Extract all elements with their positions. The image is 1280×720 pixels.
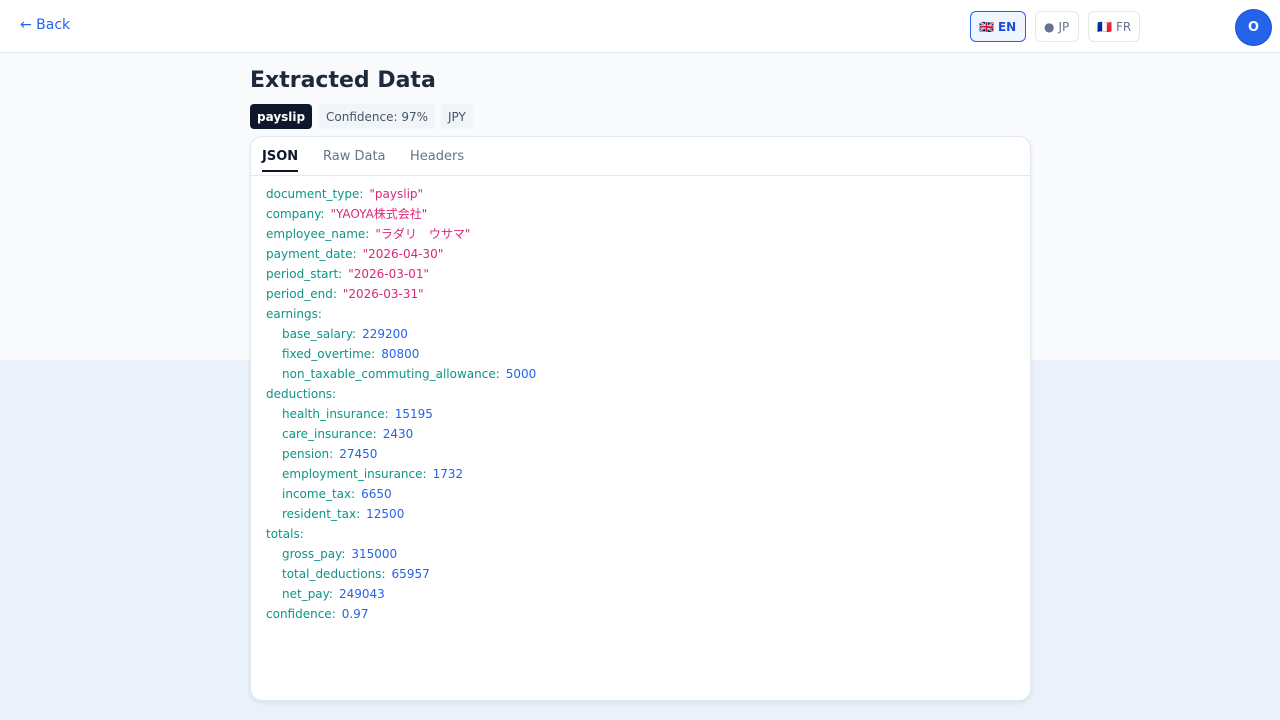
document-type-badge: payslip	[250, 104, 313, 129]
json-key: base_salary:	[282, 327, 357, 341]
json-line-deductions: deductions:	[266, 384, 536, 404]
json-key: totals:	[266, 527, 304, 541]
json-key: confidence:	[266, 607, 336, 621]
json-line-pension: pension: 27450	[266, 444, 536, 464]
json-value: "YAOYA株式会社"	[330, 207, 428, 221]
language-fr-button[interactable]: 🇫🇷 FR	[1088, 11, 1140, 42]
json-key: non_taxable_commuting_allowance:	[282, 367, 500, 381]
language-code: JP	[1058, 19, 1070, 34]
json-key: pension:	[282, 447, 334, 461]
json-value: 2430	[382, 427, 414, 441]
flag-uk-icon: 🇬🇧	[979, 19, 994, 34]
json-key: period_end:	[266, 287, 337, 301]
json-value: 249043	[338, 587, 385, 601]
language-en-button[interactable]: 🇬🇧 EN	[970, 11, 1026, 42]
json-line-employee-name: employee_name: "ラダリ ウサマ"	[266, 224, 536, 244]
json-key: income_tax:	[282, 487, 356, 501]
json-key: resident_tax:	[282, 507, 361, 521]
top-bar: ← Back 🇬🇧 EN ● JP 🇫🇷 FR O	[0, 0, 1280, 53]
json-key: total_deductions:	[282, 567, 386, 581]
json-value: 80800	[381, 347, 420, 361]
json-key: net_pay:	[282, 587, 333, 601]
json-key: document_type:	[266, 187, 364, 201]
json-value: 315000	[351, 547, 398, 561]
json-line-base-salary: base_salary: 229200	[266, 324, 536, 344]
json-line-care-insurance: care_insurance: 2430	[266, 424, 536, 444]
json-key: period_start:	[266, 267, 343, 281]
json-line-period-end: period_end: "2026-03-31"	[266, 284, 536, 304]
json-key: care_insurance:	[282, 427, 377, 441]
data-card: JSON Raw Data Headers document_type: "pay…	[250, 136, 1031, 701]
flag-jp-icon: ●	[1044, 19, 1055, 34]
json-value: "payslip"	[369, 187, 424, 201]
json-value: 15195	[394, 407, 433, 421]
json-line-company: company: "YAOYA株式会社"	[266, 204, 536, 224]
json-key: fixed_overtime:	[282, 347, 376, 361]
json-line-fixed-overtime: fixed_overtime: 80800	[266, 344, 536, 364]
tab-bar: JSON Raw Data Headers	[251, 137, 1030, 176]
json-line-net-pay: net_pay: 249043	[266, 584, 536, 604]
json-key: company:	[266, 207, 325, 221]
language-code: FR	[1115, 19, 1132, 34]
json-line-resident-tax: resident_tax: 12500	[266, 504, 536, 524]
flag-fr-icon: 🇫🇷	[1097, 19, 1112, 34]
json-value: 229200	[362, 327, 408, 341]
json-line-confidence: confidence: 0.97	[266, 604, 536, 624]
json-line-income-tax: income_tax: 6650	[266, 484, 536, 504]
back-link[interactable]: ← Back	[20, 17, 70, 33]
json-key: employment_insurance:	[282, 467, 427, 481]
tab-json[interactable]: JSON	[262, 149, 299, 172]
json-view: document_type: "payslip" company: "YAOYA株式…	[266, 184, 536, 624]
currency-badge: JPY	[441, 104, 473, 129]
json-line-payment-date: payment_date: "2026-04-30"	[266, 244, 536, 264]
page-title: Extracted Data	[250, 68, 436, 93]
tab-raw-data[interactable]: Raw Data	[323, 149, 386, 170]
json-value: "2026-03-01"	[348, 267, 429, 281]
json-line-totals: totals:	[266, 524, 536, 544]
json-line-earnings: earnings:	[266, 304, 536, 324]
json-key: payment_date:	[266, 247, 357, 261]
json-value: 1732	[432, 467, 464, 481]
json-key: deductions:	[266, 387, 337, 401]
json-line-health-insurance: health_insurance: 15195	[266, 404, 536, 424]
confidence-badge: Confidence: 97%	[319, 104, 435, 129]
language-jp-button[interactable]: ● JP	[1035, 11, 1079, 42]
json-value: "ラダリ ウサマ"	[375, 227, 471, 241]
json-line-employment-insurance: employment_insurance: 1732	[266, 464, 536, 484]
json-value: 27450	[339, 447, 378, 461]
json-value: "2026-03-31"	[342, 287, 424, 301]
json-line-commuting-allowance: non_taxable_commuting_allowance: 5000	[266, 364, 536, 384]
json-line-total-deductions: total_deductions: 65957	[266, 564, 536, 584]
json-value: "2026-04-30"	[362, 247, 444, 261]
json-value: 6650	[361, 487, 392, 501]
json-value: 0.97	[341, 607, 369, 621]
tab-headers[interactable]: Headers	[410, 149, 464, 170]
json-key: health_insurance:	[282, 407, 389, 421]
json-line-document-type: document_type: "payslip"	[266, 184, 536, 204]
json-key: gross_pay:	[282, 547, 346, 561]
json-value: 5000	[505, 367, 537, 381]
avatar[interactable]: O	[1236, 10, 1271, 45]
json-value: 12500	[366, 507, 405, 521]
json-key: employee_name:	[266, 227, 370, 241]
json-line-gross-pay: gross_pay: 315000	[266, 544, 536, 564]
language-code: EN	[997, 19, 1017, 34]
json-key: earnings:	[266, 307, 322, 321]
json-value: 65957	[391, 567, 430, 581]
json-line-period-start: period_start: "2026-03-01"	[266, 264, 536, 284]
